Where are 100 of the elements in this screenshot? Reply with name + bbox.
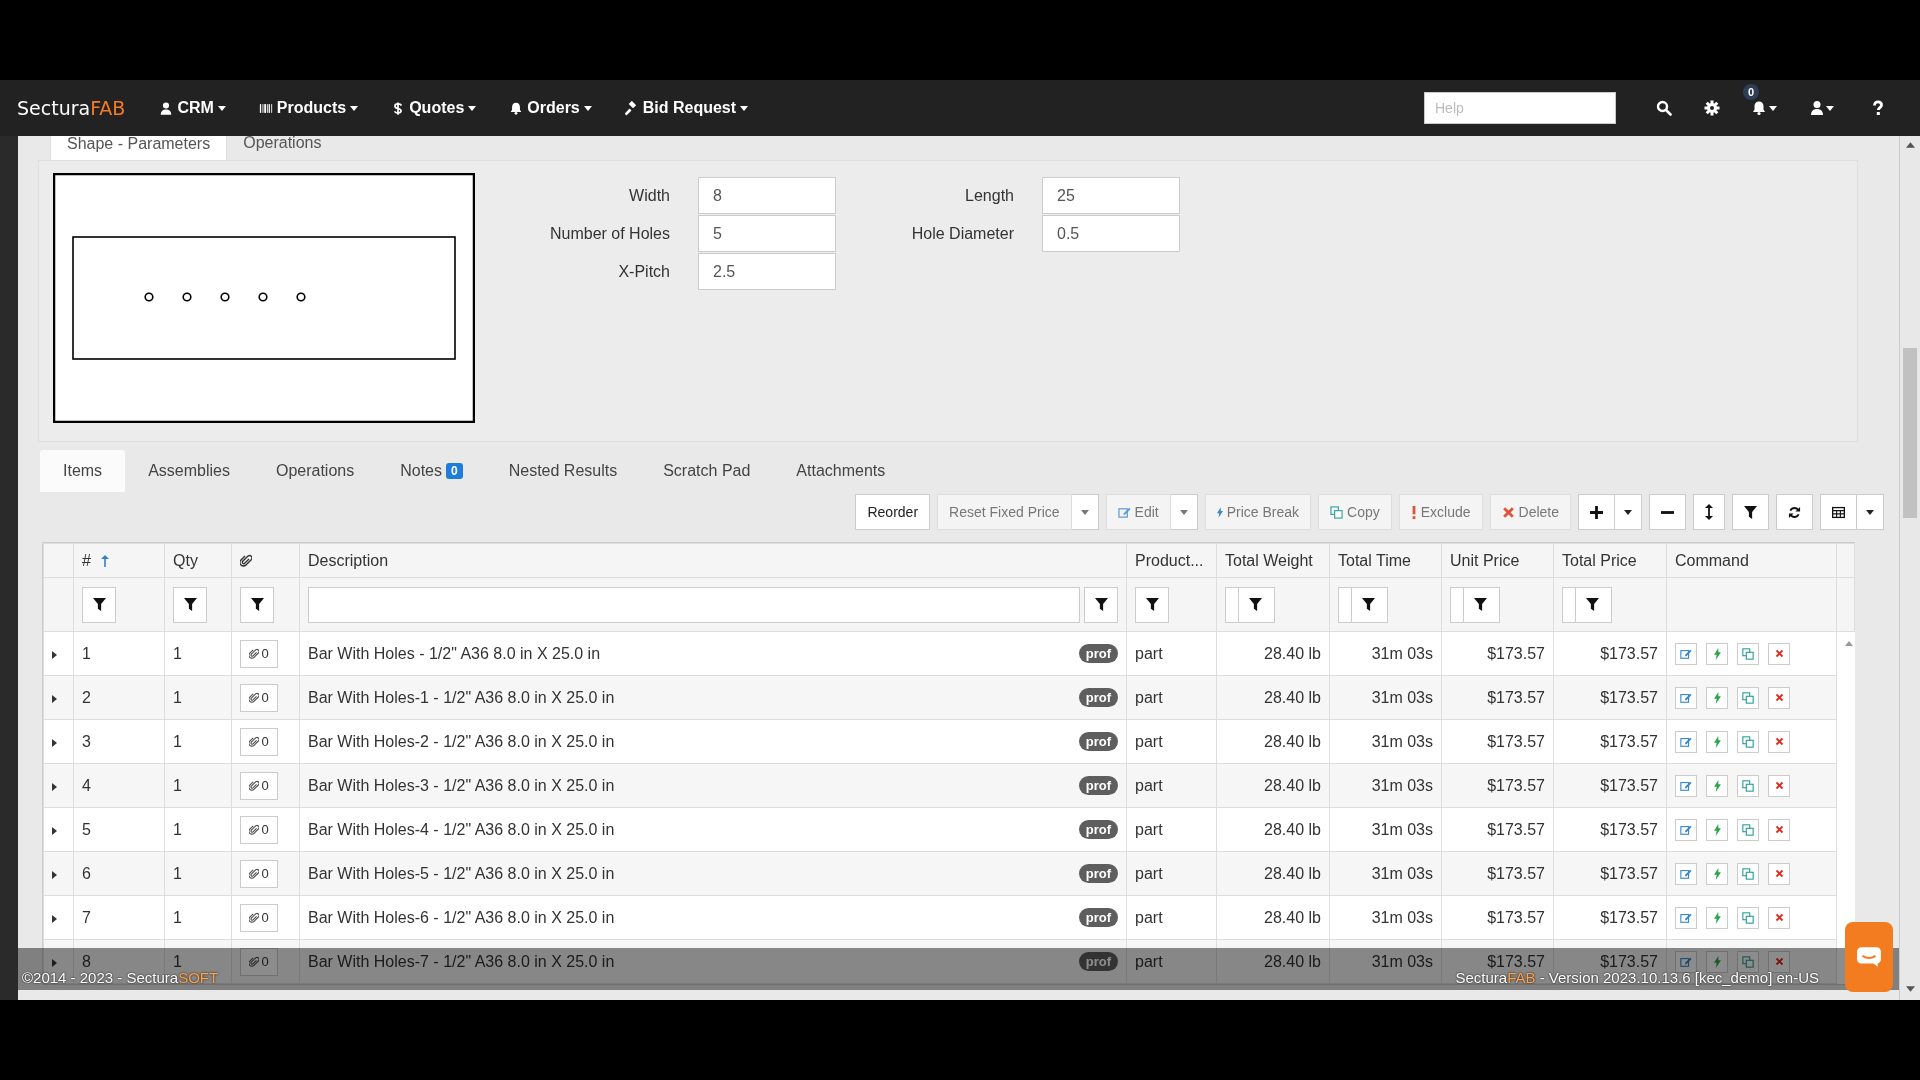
- toolbar-icon-button[interactable]: [1732, 494, 1769, 530]
- notifications-bell-icon[interactable]: [1750, 100, 1778, 116]
- copy-button[interactable]: [1737, 862, 1759, 885]
- tab[interactable]: Attachments: [773, 450, 909, 492]
- edit-button[interactable]: [1675, 862, 1697, 885]
- attachments-button[interactable]: 0: [240, 815, 278, 844]
- column-header[interactable]: Total Weight: [1216, 543, 1330, 578]
- column-header[interactable]: Total Time: [1329, 543, 1442, 578]
- price-break-button[interactable]: [1706, 818, 1728, 841]
- price-break-button[interactable]: [1706, 950, 1728, 973]
- expand-row-icon[interactable]: [52, 782, 57, 791]
- scroll-thumb[interactable]: [1903, 348, 1917, 518]
- sort-ascending-icon[interactable]: [100, 554, 109, 567]
- nav-menu[interactable]: CRM: [159, 99, 226, 117]
- copy-button[interactable]: [1737, 774, 1759, 797]
- copy-button[interactable]: [1737, 642, 1759, 665]
- nav-menu[interactable]: Bid Request: [624, 99, 749, 117]
- price-break-button[interactable]: [1706, 862, 1728, 885]
- delete-button[interactable]: [1768, 686, 1790, 709]
- filter-button[interactable]: [240, 586, 274, 623]
- filter-button[interactable]: [1135, 586, 1169, 623]
- column-header[interactable]: [231, 543, 300, 578]
- toolbar-icon-button[interactable]: [1578, 494, 1615, 530]
- delete-button[interactable]: [1768, 950, 1790, 973]
- filter-button[interactable]: [82, 586, 116, 623]
- column-header[interactable]: #: [73, 543, 165, 578]
- edit-button[interactable]: [1675, 686, 1697, 709]
- filter-field[interactable]: [308, 586, 1080, 623]
- filter-button[interactable]: [1450, 586, 1500, 623]
- scroll-down-icon[interactable]: [1905, 986, 1915, 992]
- delete-button[interactable]: [1768, 730, 1790, 753]
- parameter-field[interactable]: 2.5: [698, 253, 836, 290]
- copy-button[interactable]: [1737, 818, 1759, 841]
- delete-button[interactable]: [1768, 642, 1790, 665]
- copy-button[interactable]: [1737, 730, 1759, 753]
- scroll-up-icon[interactable]: [1845, 641, 1853, 646]
- attachments-button[interactable]: 0: [240, 771, 278, 800]
- filter-button[interactable]: [1084, 586, 1118, 623]
- edit-button[interactable]: [1675, 818, 1697, 841]
- attachments-button[interactable]: 0: [240, 859, 278, 888]
- tab[interactable]: Shape - Parameters: [50, 136, 228, 160]
- settings-icon[interactable]: [1704, 100, 1720, 116]
- tab[interactable]: Assemblies: [125, 450, 253, 492]
- column-header[interactable]: Command: [1666, 543, 1837, 578]
- tab[interactable]: Nested Results: [485, 450, 641, 492]
- nav-menu[interactable]: Quotes: [391, 99, 477, 117]
- column-header[interactable]: Description: [299, 543, 1127, 578]
- attachments-button[interactable]: 0: [240, 727, 278, 756]
- expand-row-icon[interactable]: [52, 914, 57, 923]
- tab[interactable]: Scratch Pad: [640, 450, 774, 492]
- expand-row-icon[interactable]: [52, 738, 57, 747]
- user-menu-icon[interactable]: [1808, 100, 1836, 116]
- delete-button[interactable]: [1768, 862, 1790, 885]
- attachments-button[interactable]: 0: [240, 947, 278, 976]
- parameter-field[interactable]: 8: [698, 177, 836, 214]
- column-header[interactable]: Qty: [164, 543, 232, 578]
- column-header[interactable]: Product...: [1126, 543, 1217, 578]
- tab[interactable]: Notes 0: [377, 450, 486, 492]
- filter-button[interactable]: [173, 586, 207, 623]
- delete-button[interactable]: [1768, 906, 1790, 929]
- attachments-button[interactable]: 0: [240, 639, 278, 668]
- toolbar-icon-button[interactable]: [1693, 494, 1725, 530]
- parameter-field[interactable]: 25: [1042, 177, 1180, 214]
- filter-button[interactable]: [1225, 586, 1275, 623]
- tab[interactable]: Operations: [252, 450, 378, 492]
- filter-button[interactable]: [1338, 586, 1388, 623]
- price-break-button[interactable]: [1706, 906, 1728, 929]
- toolbar-icon-button[interactable]: [1649, 494, 1686, 530]
- search-icon[interactable]: [1656, 100, 1672, 116]
- parameter-field[interactable]: 0.5: [1042, 215, 1180, 252]
- brand-logo[interactable]: SecturaFAB: [17, 97, 126, 119]
- nav-menu[interactable]: Orders: [509, 99, 592, 117]
- price-break-button[interactable]: [1706, 686, 1728, 709]
- help-search-field[interactable]: Help: [1424, 92, 1616, 124]
- attachments-button[interactable]: 0: [240, 683, 278, 712]
- edit-button[interactable]: [1675, 774, 1697, 797]
- expand-row-icon[interactable]: [52, 650, 57, 659]
- scrollbar[interactable]: [1899, 136, 1920, 1000]
- copy-button[interactable]: [1737, 906, 1759, 929]
- filter-button[interactable]: [1562, 586, 1612, 623]
- delete-button[interactable]: [1768, 818, 1790, 841]
- edit-button[interactable]: [1675, 730, 1697, 753]
- tab[interactable]: Operations: [227, 136, 338, 160]
- tab[interactable]: Items: [40, 450, 126, 492]
- toolbar-button[interactable]: Reorder: [855, 494, 931, 530]
- column-header[interactable]: Total Price: [1553, 543, 1667, 578]
- edit-button[interactable]: [1675, 950, 1697, 973]
- help-icon[interactable]: [1872, 100, 1884, 116]
- price-break-button[interactable]: [1706, 774, 1728, 797]
- toolbar-icon-button[interactable]: [1820, 494, 1857, 530]
- parameter-field[interactable]: 5: [698, 215, 836, 252]
- copy-button[interactable]: [1737, 686, 1759, 709]
- column-header[interactable]: Unit Price: [1441, 543, 1554, 578]
- expand-row-icon[interactable]: [52, 870, 57, 879]
- edit-button[interactable]: [1675, 906, 1697, 929]
- toolbar-icon-button[interactable]: [1776, 494, 1813, 530]
- expand-row-icon[interactable]: [52, 826, 57, 835]
- nav-menu[interactable]: Products: [258, 99, 359, 117]
- scroll-up-icon[interactable]: [1905, 142, 1915, 148]
- price-break-button[interactable]: [1706, 642, 1728, 665]
